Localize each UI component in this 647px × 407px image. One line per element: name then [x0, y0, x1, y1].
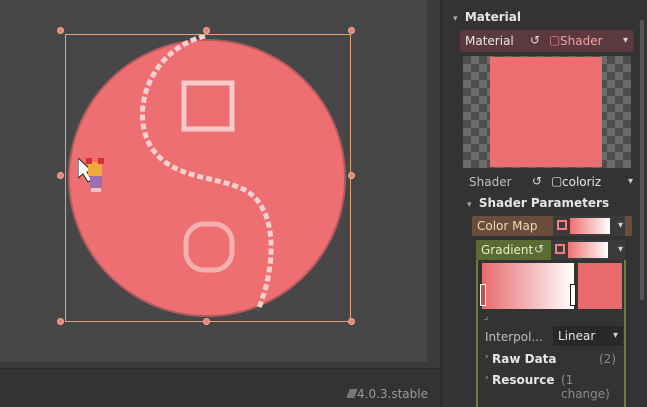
gradient-ramp[interactable] [482, 263, 574, 309]
inspector-scrollbar[interactable] [640, 20, 644, 300]
resize-handle-tl[interactable] [57, 27, 64, 34]
reload-icon[interactable]: ↺ [530, 33, 540, 47]
gradient-swatch [568, 242, 608, 258]
chevron-down-icon[interactable]: ▾ [618, 220, 623, 231]
section-material[interactable]: Material [465, 10, 521, 24]
chevron-down-icon[interactable]: ▾ [628, 176, 633, 187]
color-map-picker[interactable]: ▾ [553, 216, 625, 236]
resize-handle-tr[interactable] [348, 27, 355, 34]
chevron-down-icon[interactable]: ▾ [453, 14, 461, 24]
resize-handle-br[interactable] [348, 318, 355, 325]
interpolation-value: Linear [558, 329, 596, 343]
raw-data-label[interactable]: Raw Data [492, 352, 557, 366]
gradient-icon [555, 244, 565, 254]
interpolation-select[interactable]: Linear ▾ [553, 326, 623, 346]
gradient-label: Gradient [481, 243, 534, 257]
preview-swatch [490, 57, 602, 167]
resource-changes: (1 change) [561, 373, 610, 401]
gradient-stop-right[interactable] [570, 284, 576, 306]
bell-icon[interactable] [346, 389, 358, 398]
shader-icon: ▢ [549, 33, 561, 47]
chevron-down-icon[interactable]: ▾ [613, 330, 618, 341]
character-sprite [78, 157, 104, 192]
chevron-down-icon[interactable]: ▾ [618, 244, 623, 255]
gradient-picker[interactable]: ▾ [551, 240, 625, 260]
texture-icon [557, 220, 567, 230]
resize-icon[interactable]: ⌟ [484, 312, 488, 322]
resize-handle-r[interactable] [348, 172, 355, 179]
gradient-editor: ⌟ Interpol... Linear ▾ › Raw Data (2) › … [476, 260, 626, 407]
version-label: 4.0.3.stable [357, 387, 428, 401]
chevron-down-icon[interactable]: ▾ [467, 200, 475, 210]
viewport-edge [427, 0, 433, 368]
chevron-right-icon[interactable]: › [485, 352, 489, 362]
material-label: Material [465, 34, 514, 48]
interpolation-label: Interpol... [485, 330, 543, 344]
gradient-stop-left[interactable] [480, 284, 486, 306]
chevron-right-icon[interactable]: › [485, 373, 489, 383]
resource-label[interactable]: Resource [492, 373, 554, 387]
gradient-selected-color[interactable] [578, 263, 622, 309]
resize-handle-bl[interactable] [57, 318, 64, 325]
color-map-label: Color Map [477, 219, 538, 233]
shader-icon: ▢ [551, 174, 563, 188]
resize-handle-t[interactable] [203, 27, 210, 34]
reload-icon[interactable]: ↺ [532, 174, 542, 188]
resize-handle-l[interactable] [57, 172, 64, 179]
resize-handle-b[interactable] [203, 318, 210, 325]
chevron-down-icon[interactable]: ▾ [623, 35, 628, 46]
shader-value[interactable]: coloriz [562, 175, 601, 189]
inspector-panel: ▾ Material Material ↺ ▢ Shader ▾ Shader … [440, 0, 647, 407]
section-shader-params[interactable]: Shader Parameters [479, 196, 609, 210]
material-row[interactable]: Material ↺ ▢ Shader ▾ [460, 30, 634, 52]
status-bar: 4.0.3.stable [0, 368, 440, 407]
raw-data-count: (2) [599, 352, 616, 366]
material-type[interactable]: Shader [560, 34, 603, 48]
shader-label: Shader [469, 175, 512, 189]
canvas-viewport[interactable] [0, 0, 433, 368]
color-map-swatch [570, 218, 610, 234]
material-preview [463, 56, 631, 168]
reload-icon[interactable]: ↺ [534, 242, 544, 256]
